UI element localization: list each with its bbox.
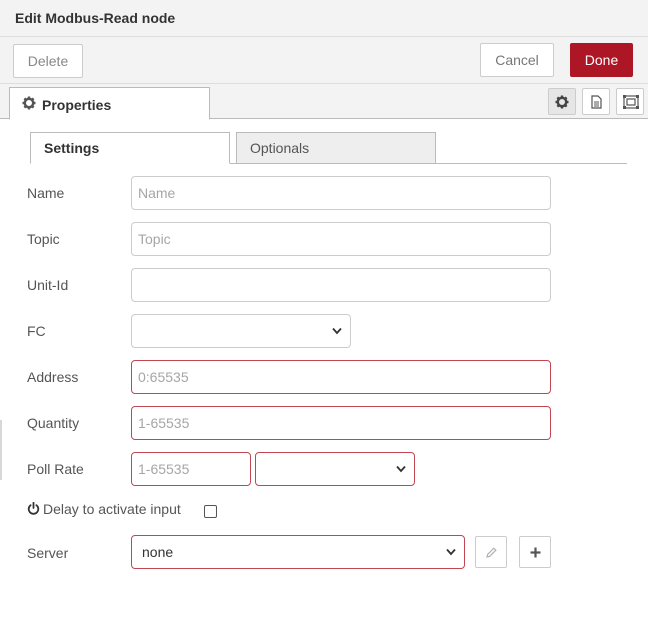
name-input[interactable]: Name — [131, 176, 551, 210]
chevron-down-icon — [332, 327, 342, 335]
server-value: none — [142, 544, 174, 560]
fc-label: FC — [27, 323, 46, 339]
cancel-button[interactable]: Cancel — [480, 43, 554, 77]
appearance-icon — [623, 95, 639, 109]
gear-icon — [22, 96, 36, 110]
pencil-icon — [486, 547, 497, 558]
tab-properties-label: Properties — [42, 97, 112, 113]
topic-input[interactable]: Topic — [131, 222, 551, 256]
chevron-down-icon — [396, 465, 406, 473]
description-tab-button[interactable] — [582, 88, 610, 115]
edit-server-button[interactable] — [475, 536, 507, 568]
poll-rate-placeholder: 1-65535 — [138, 461, 190, 477]
settings-tabs: Settings Optionals — [30, 132, 627, 164]
info-icon — [591, 95, 602, 109]
delay-checkbox[interactable] — [204, 505, 217, 518]
address-input[interactable]: 0:65535 — [131, 360, 551, 394]
quantity-label: Quantity — [27, 415, 80, 431]
tab-properties[interactable]: Properties — [9, 87, 210, 120]
tab-optionals[interactable]: Optionals — [236, 132, 436, 164]
quantity-input[interactable]: 1-65535 — [131, 406, 551, 440]
address-placeholder: 0:65535 — [138, 369, 189, 385]
fc-select[interactable] — [131, 314, 351, 348]
topic-placeholder: Topic — [138, 231, 171, 247]
poll-rate-unit-select[interactable] — [255, 452, 415, 486]
unit-id-label: Unit-Id — [27, 277, 69, 293]
add-server-button[interactable] — [519, 536, 551, 568]
tab-settings[interactable]: Settings — [30, 132, 230, 164]
properties-tab-button[interactable] — [548, 88, 576, 115]
server-label: Server — [27, 545, 69, 561]
appearance-tab-button[interactable] — [616, 88, 644, 115]
tray-title: Edit Modbus-Read node — [15, 10, 176, 26]
done-button[interactable]: Done — [570, 43, 633, 77]
unit-id-input[interactable] — [131, 268, 551, 302]
gear-icon — [555, 95, 569, 109]
poll-rate-label: Poll Rate — [27, 461, 84, 477]
delay-label: Delay to activate input — [43, 501, 181, 517]
topic-label: Topic — [27, 231, 60, 247]
resize-handle[interactable] — [0, 420, 4, 480]
delete-button[interactable]: Delete — [13, 44, 83, 78]
server-select[interactable]: none — [131, 535, 465, 569]
chevron-down-icon — [446, 548, 456, 556]
name-placeholder: Name — [138, 185, 176, 201]
plus-icon — [530, 547, 541, 558]
power-icon — [27, 502, 40, 515]
poll-rate-input[interactable]: 1-65535 — [131, 452, 251, 486]
tray-header: Edit Modbus-Read node — [0, 0, 648, 37]
tray-toolbar: Delete Cancel Done — [0, 37, 648, 84]
quantity-placeholder: 1-65535 — [138, 415, 190, 431]
address-label: Address — [27, 369, 79, 385]
name-label: Name — [27, 185, 65, 201]
